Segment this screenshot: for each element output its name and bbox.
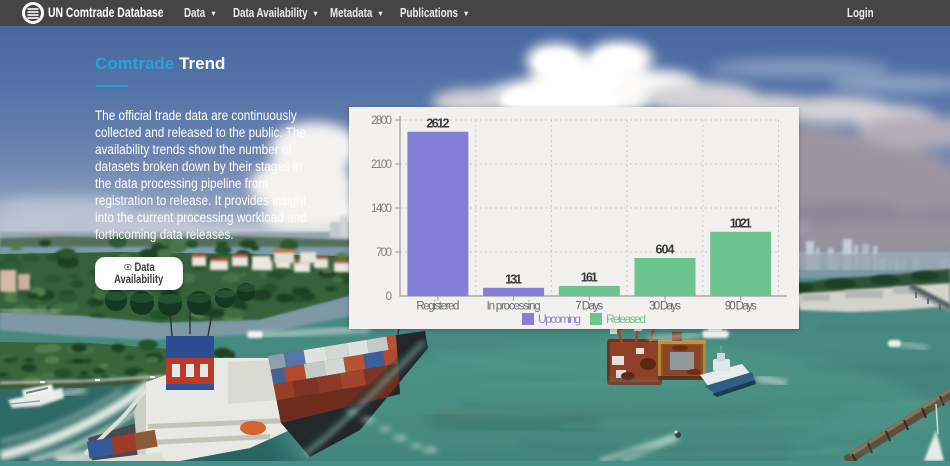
- svg-text:604: 604: [656, 243, 675, 257]
- svg-text:7 Days: 7 Days: [575, 301, 603, 313]
- svg-text:30 Days: 30 Days: [649, 301, 681, 313]
- svg-text:2612: 2612: [426, 116, 449, 130]
- svg-text:Upcoming: Upcoming: [538, 312, 581, 326]
- svg-text:90 Days: 90 Days: [725, 301, 757, 313]
- svg-text:1400: 1400: [371, 203, 392, 215]
- svg-text:Released: Released: [606, 312, 646, 326]
- svg-text:In processing: In processing: [487, 301, 541, 313]
- svg-text:2800: 2800: [371, 115, 392, 127]
- svg-text:161: 161: [581, 270, 598, 284]
- svg-text:131: 131: [505, 272, 522, 286]
- svg-text:700: 700: [376, 247, 392, 259]
- svg-text:2100: 2100: [371, 159, 392, 171]
- svg-text:1021: 1021: [730, 216, 752, 230]
- svg-text:0: 0: [386, 291, 392, 303]
- svg-text:Registered: Registered: [416, 301, 459, 313]
